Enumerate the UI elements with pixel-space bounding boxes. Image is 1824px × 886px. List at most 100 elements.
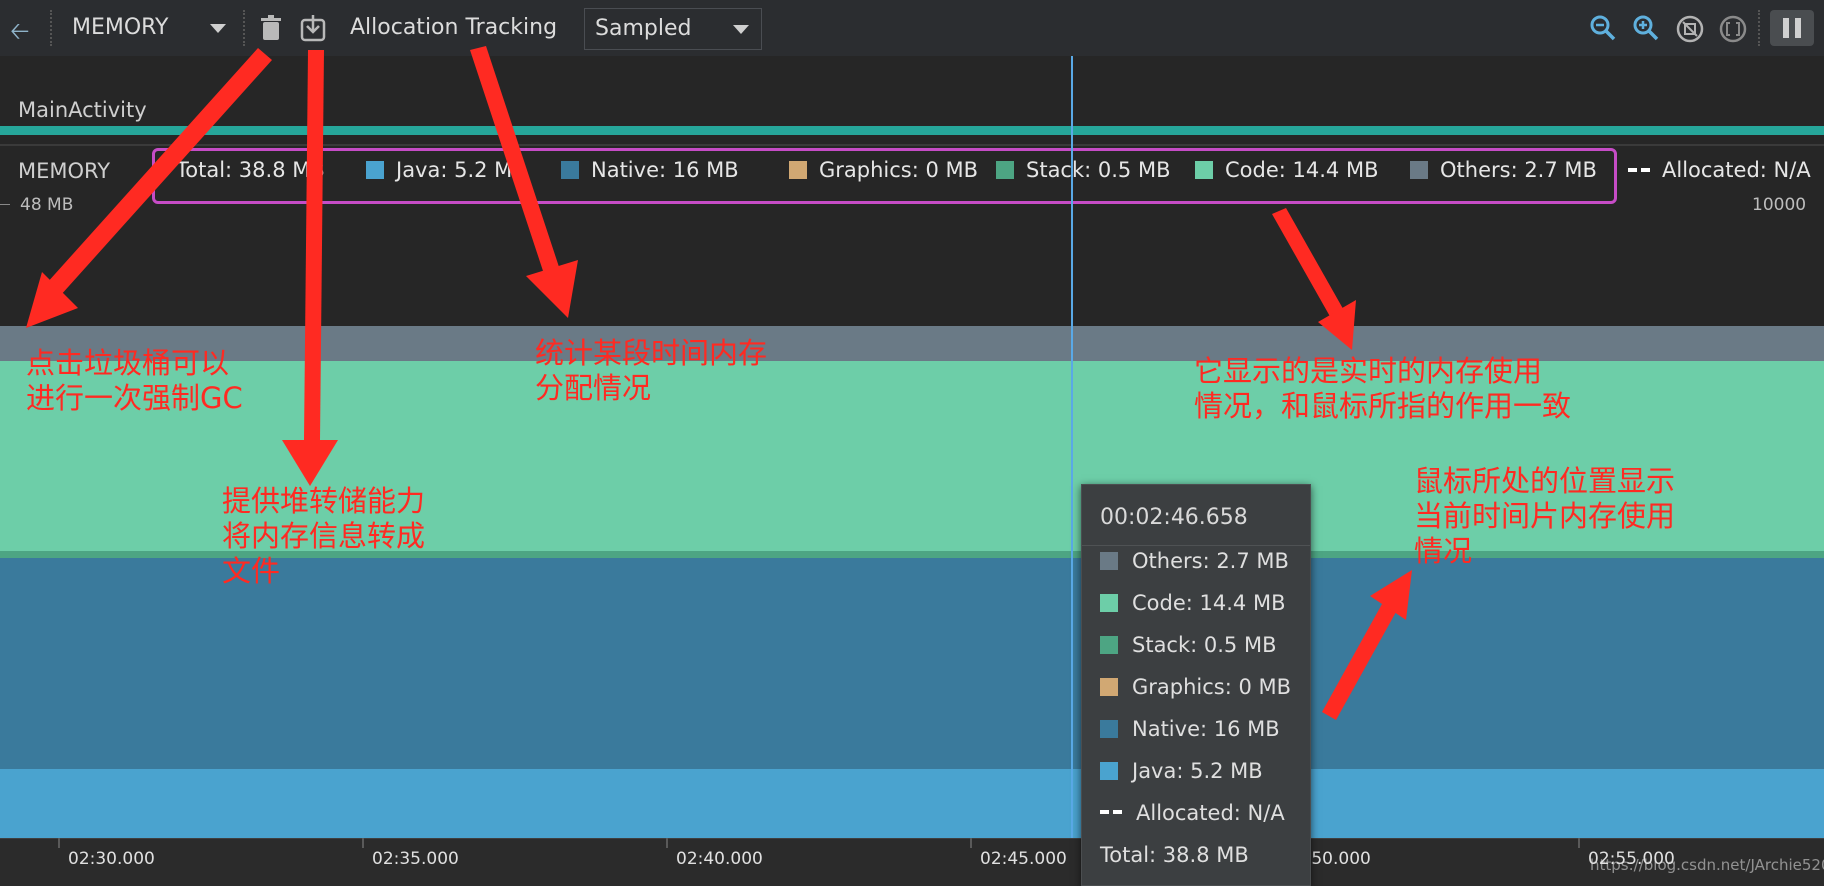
legend-java-label: Java: 5.2 MB: [396, 158, 527, 182]
time-cursor-line: [1071, 56, 1073, 838]
others-swatch: [1410, 161, 1428, 179]
toolbar: 🡠 MEMORY Allocation Tracking Sampled: [0, 0, 1824, 56]
pause-button[interactable]: [1770, 10, 1814, 46]
toolbar-separator: [50, 10, 52, 46]
annotation-line: 提供堆转储能力: [222, 484, 426, 518]
native-swatch: [561, 161, 579, 179]
allocated-dash-icon: [1100, 810, 1122, 814]
tooltip-allocated: Allocated: N/A: [1100, 801, 1285, 825]
timeline-tick: [970, 838, 972, 848]
legend-stack: Stack: 0.5 MB: [996, 158, 1171, 182]
code-swatch: [1100, 594, 1118, 612]
tooltip-java-label: Java: 5.2 MB: [1132, 759, 1263, 783]
sampling-value: Sampled: [595, 16, 692, 41]
timeline-label: 02:30.000: [68, 849, 155, 869]
tooltip-others-label: Others: 2.7 MB: [1132, 549, 1289, 573]
zoom-in-icon[interactable]: [1633, 15, 1659, 45]
java-swatch: [366, 161, 384, 179]
trash-icon[interactable]: [260, 14, 282, 42]
tooltip-stack-label: Stack: 0.5 MB: [1132, 633, 1277, 657]
native-swatch: [1100, 720, 1118, 738]
legend-total: Total: 38.8 MB: [176, 158, 325, 182]
allocated-dash-icon: [1628, 168, 1650, 172]
activity-track: [0, 126, 1824, 135]
chevron-down-icon[interactable]: [210, 24, 226, 33]
annotation-line: 它显示的是实时的内存使用: [1194, 354, 1543, 388]
timeline-axis: [0, 838, 1824, 885]
toolbar-separator: [1758, 10, 1760, 46]
annotation-line: 统计某段时间内存: [535, 336, 768, 370]
annotation-line: 情况: [1414, 534, 1473, 568]
back-arrow-icon[interactable]: 🡠: [10, 14, 29, 55]
java-swatch: [1100, 762, 1118, 780]
zoom-out-icon[interactable]: [1590, 15, 1616, 45]
y-axis-tick: [0, 204, 10, 205]
timeline-tick: [58, 838, 60, 848]
legend-graphics: Graphics: 0 MB: [789, 158, 978, 182]
legend-native-label: Native: 16 MB: [591, 158, 739, 182]
stack-swatch: [1100, 636, 1118, 654]
annotation-line: 将内存信息转成: [222, 519, 426, 553]
annotation-allocation: 统计某段时间内存 分配情况: [535, 336, 767, 406]
monitor-label[interactable]: MEMORY: [72, 0, 169, 56]
stack-swatch: [996, 161, 1014, 179]
reset-zoom-icon[interactable]: [1676, 15, 1704, 47]
tooltip-native-label: Native: 16 MB: [1132, 717, 1280, 741]
timeline-label: 02:45.000: [980, 849, 1067, 869]
legend-code-label: Code: 14.4 MB: [1225, 158, 1379, 182]
timeline-tick: [362, 838, 364, 848]
watermark: https://blog.csdn.net/JArchie520: [1590, 856, 1824, 874]
annotation-line: 当前时间片内存使用: [1414, 499, 1676, 533]
tooltip-divider: [1082, 545, 1310, 546]
tooltip-time: 00:02:46.658: [1100, 505, 1248, 530]
annotation-line: 鼠标所处的位置显示: [1414, 464, 1676, 498]
area-native: [0, 557, 1824, 770]
legend-others-label: Others: 2.7 MB: [1440, 158, 1597, 182]
heap-dump-icon[interactable]: [300, 14, 326, 42]
annotation-line: 分配情况: [535, 371, 652, 405]
legend-code: Code: 14.4 MB: [1195, 158, 1378, 182]
legend-allocated: Allocated: N/A: [1628, 158, 1811, 182]
tooltip-java: Java: 5.2 MB: [1100, 759, 1263, 783]
chevron-down-icon: [733, 25, 749, 34]
timeline-tick: [666, 838, 668, 848]
timeline-label: 02:35.000: [372, 849, 459, 869]
memory-tooltip: 00:02:46.658 Others: 2.7 MB Code: 14.4 M…: [1081, 484, 1311, 886]
graphics-swatch: [789, 161, 807, 179]
timeline-label: 02:40.000: [676, 849, 763, 869]
allocation-tracking-label: Allocation Tracking: [350, 15, 558, 40]
code-swatch: [1195, 161, 1213, 179]
divider: [0, 144, 1824, 146]
y-axis-top-label: 48 MB: [20, 195, 74, 215]
tooltip-code: Code: 14.4 MB: [1100, 591, 1285, 615]
tooltip-allocated-label: Allocated: N/A: [1136, 801, 1285, 825]
annotation-gc: 点击垃圾桶可以 进行一次强制GC: [26, 346, 243, 416]
tooltip-stack: Stack: 0.5 MB: [1100, 633, 1277, 657]
right-axis-top-label: 10000: [1752, 195, 1807, 215]
legend-java: Java: 5.2 MB: [366, 158, 527, 182]
toolbar-separator: [243, 10, 245, 46]
tooltip-graphics-label: Graphics: 0 MB: [1132, 675, 1292, 699]
annotation-realtime: 它显示的是实时的内存使用 情况，和鼠标所指的作用一致: [1194, 354, 1571, 424]
tooltip-graphics: Graphics: 0 MB: [1100, 675, 1291, 699]
sampling-select[interactable]: Sampled: [584, 8, 762, 50]
legend-graphics-label: Graphics: 0 MB: [819, 158, 979, 182]
attach-live-icon[interactable]: [1719, 15, 1747, 47]
tooltip-total: Total: 38.8 MB: [1100, 843, 1249, 867]
tooltip-others: Others: 2.7 MB: [1100, 549, 1289, 573]
pause-icon: [1783, 18, 1789, 38]
legend-native: Native: 16 MB: [561, 158, 739, 182]
memory-title: MEMORY: [18, 159, 111, 183]
annotation-line: 情况，和鼠标所指的作用一致: [1194, 389, 1572, 423]
annotation-line: 文件: [222, 554, 281, 588]
tooltip-native: Native: 16 MB: [1100, 717, 1280, 741]
pause-icon-bar: [1795, 18, 1801, 38]
legend-allocated-label: Allocated: N/A: [1662, 158, 1811, 182]
graphics-swatch: [1100, 678, 1118, 696]
activity-label: MainActivity: [18, 98, 147, 122]
legend-others: Others: 2.7 MB: [1410, 158, 1597, 182]
legend-stack-label: Stack: 0.5 MB: [1026, 158, 1171, 182]
tooltip-code-label: Code: 14.4 MB: [1132, 591, 1286, 615]
annotation-line: 进行一次强制GC: [26, 381, 243, 415]
annotation-cursor: 鼠标所处的位置显示 当前时间片内存使用 情况: [1414, 464, 1675, 569]
